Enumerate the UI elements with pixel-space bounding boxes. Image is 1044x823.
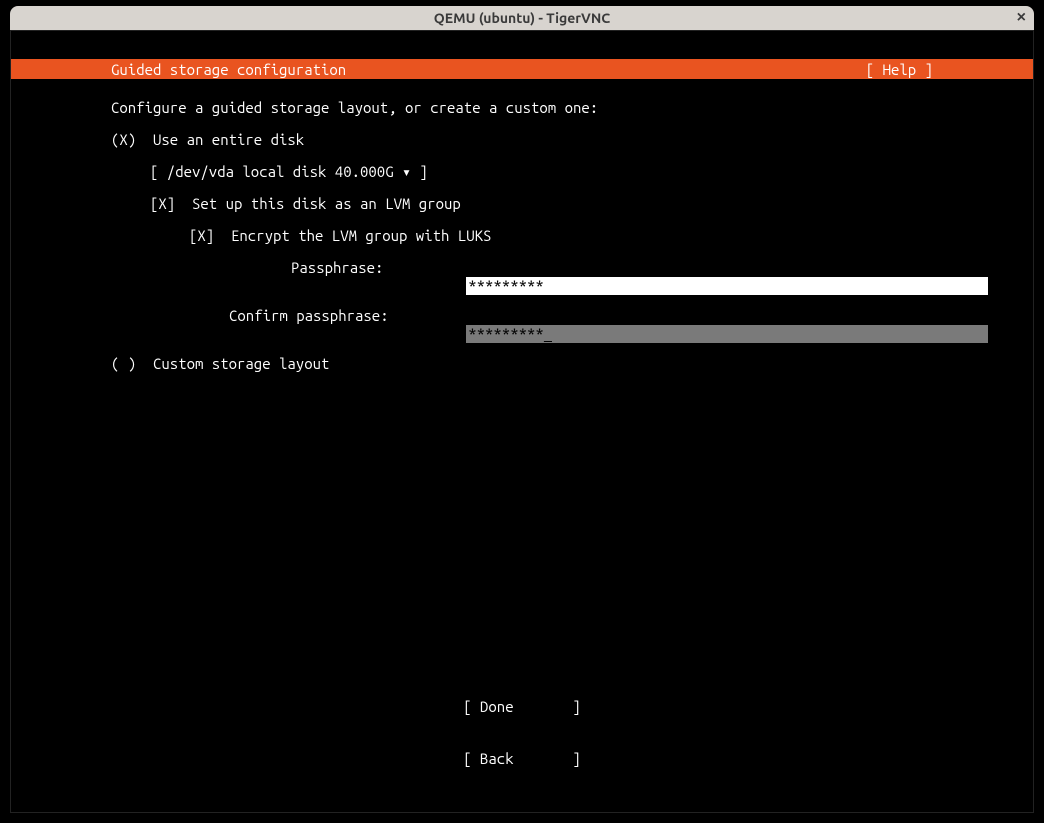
- passphrase-input-wrap: *********: [399, 259, 988, 313]
- option-encrypt-luks[interactable]: [X] Encrypt the LVM group with LUKS: [189, 227, 491, 245]
- close-icon[interactable]: ×: [1017, 8, 1026, 28]
- header-bar: Guided storage configuration [ Help ]: [11, 59, 1033, 79]
- intro-text: Configure a guided storage layout, or cr…: [111, 99, 598, 117]
- confirm-passphrase-label: Confirm passphrase:: [229, 307, 389, 325]
- confirm-passphrase-input-wrap: *********_: [399, 307, 988, 361]
- back-button[interactable]: [ Back ]: [11, 750, 1033, 768]
- option-custom-layout[interactable]: ( ) Custom storage layout: [111, 355, 329, 373]
- footer-buttons: [ Done ] [ Back ]: [11, 664, 1033, 802]
- passphrase-label: Passphrase:: [291, 259, 383, 277]
- option-use-entire-disk[interactable]: (X) Use an entire disk: [111, 131, 304, 149]
- done-button[interactable]: [ Done ]: [11, 698, 1033, 716]
- option-lvm-group[interactable]: [X] Set up this disk as an LVM group: [150, 195, 461, 213]
- passphrase-input[interactable]: *********: [466, 277, 988, 295]
- terminal-screen: Guided storage configuration [ Help ] Co…: [10, 30, 1034, 813]
- page-title: Guided storage configuration: [111, 61, 346, 78]
- titlebar: QEMU (ubuntu) - TigerVNC ×: [10, 6, 1034, 30]
- confirm-passphrase-input[interactable]: *********_: [466, 325, 988, 343]
- window: QEMU (ubuntu) - TigerVNC × Guided storag…: [0, 0, 1044, 823]
- window-title: QEMU (ubuntu) - TigerVNC: [434, 10, 610, 26]
- help-button[interactable]: [ Help ]: [866, 61, 933, 78]
- disk-selector[interactable]: [ /dev/vda local disk 40.000G ▾ ]: [150, 163, 428, 181]
- content-area: Configure a guided storage layout, or cr…: [11, 91, 1033, 812]
